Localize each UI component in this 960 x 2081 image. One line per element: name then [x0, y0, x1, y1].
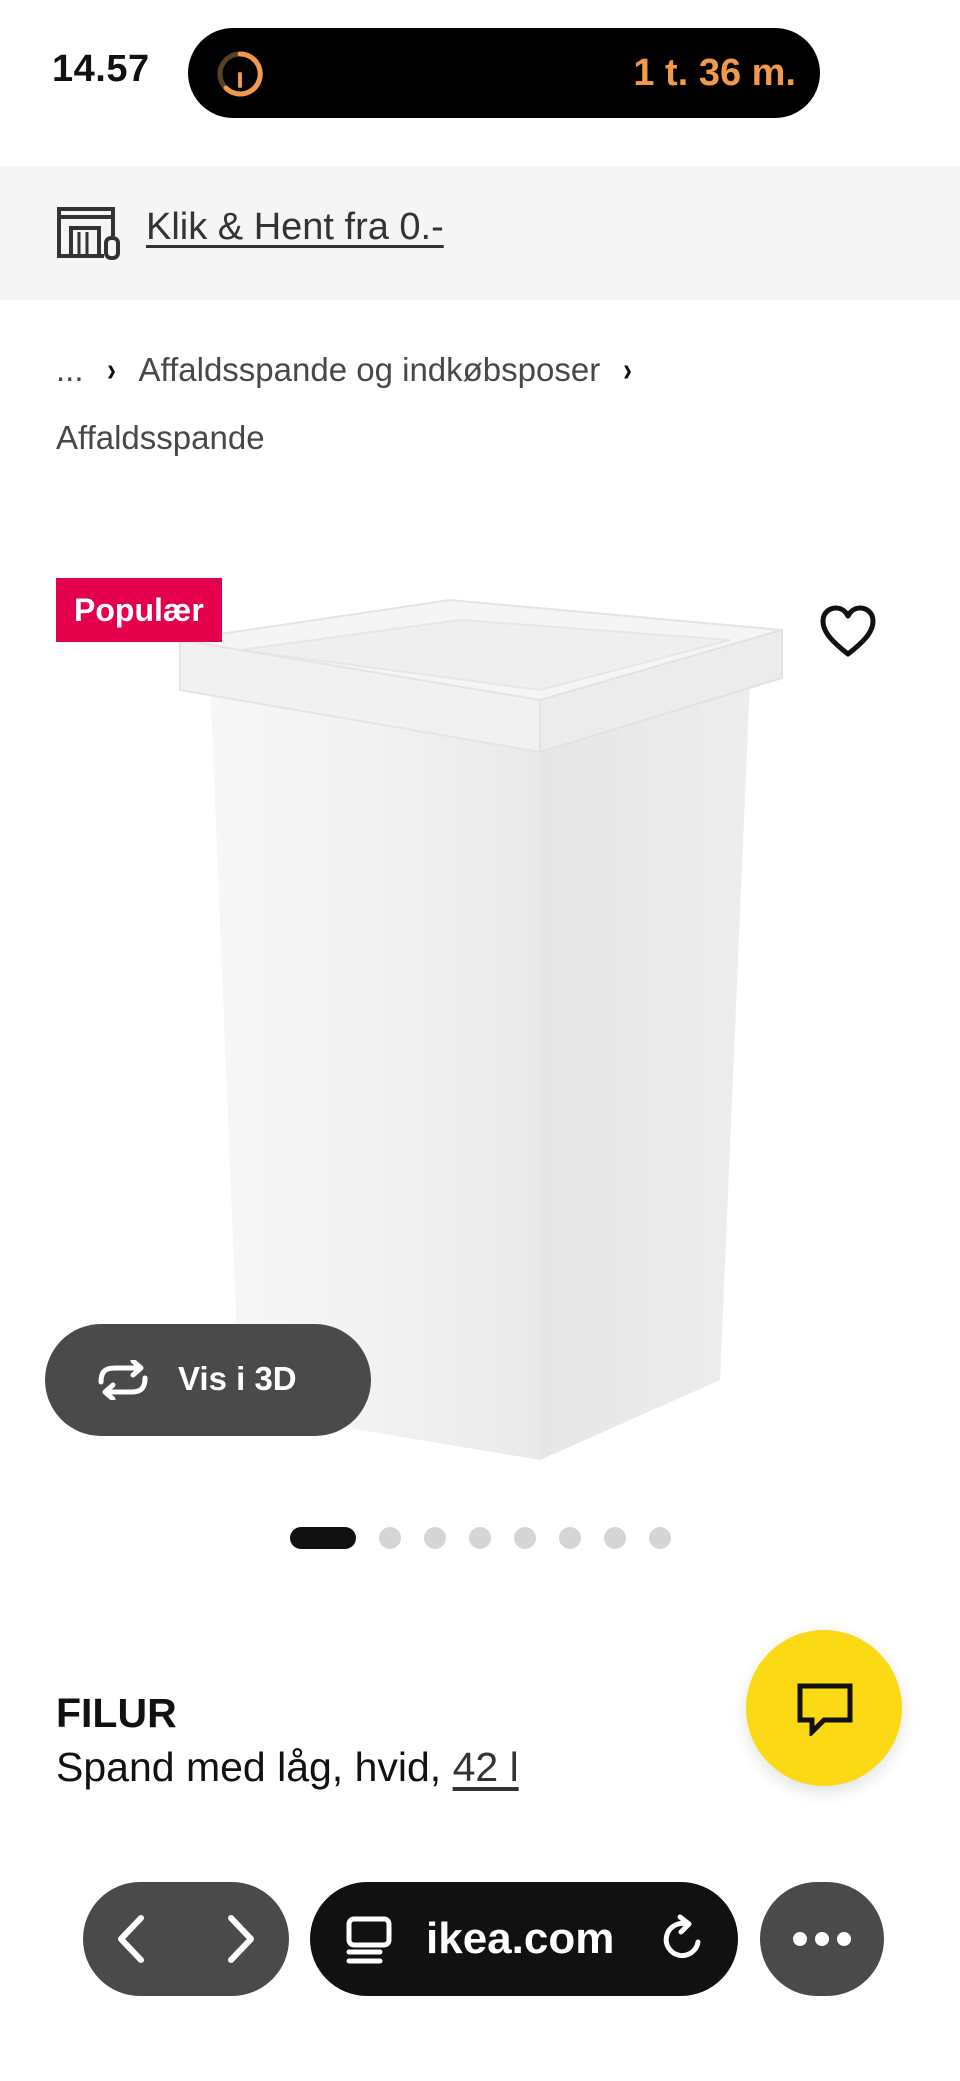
chat-button[interactable] — [746, 1630, 902, 1786]
carousel-dot[interactable] — [514, 1527, 536, 1549]
carousel-dot[interactable] — [649, 1527, 671, 1549]
product-description-text: Spand med låg, hvid, — [56, 1744, 453, 1790]
view-3d-label: Vis i 3D — [178, 1360, 297, 1397]
product-description: Spand med låg, hvid, 42 l — [56, 1744, 519, 1791]
popular-badge: Populær — [56, 578, 222, 642]
chat-bubble-icon — [797, 1683, 853, 1736]
breadcrumb-ellipsis[interactable]: ... — [56, 351, 84, 388]
browser-nav-buttons — [83, 1882, 289, 1996]
image-carousel-dots — [290, 1526, 694, 1550]
carousel-dot[interactable] — [424, 1527, 446, 1549]
breadcrumb-separator-icon: › — [106, 351, 116, 388]
heart-icon[interactable] — [818, 604, 878, 660]
product-name: FILUR — [56, 1690, 177, 1736]
product-size-link[interactable]: 42 l — [453, 1744, 519, 1790]
breadcrumb-item-waste-bins-bags[interactable]: Affaldsspande og indkøbsposer — [139, 351, 601, 388]
dynamic-island-timer[interactable]: 1 t. 36 m. — [188, 28, 820, 118]
rotate-3d-icon — [98, 1360, 148, 1400]
timer-ring-icon — [217, 51, 263, 97]
more-dots-icon — [793, 1932, 851, 1946]
carousel-dot-active[interactable] — [290, 1527, 356, 1549]
carousel-dot[interactable] — [379, 1527, 401, 1549]
store-pickup-icon — [57, 207, 120, 260]
carousel-dot[interactable] — [559, 1527, 581, 1549]
view-3d-button[interactable]: Vis i 3D — [45, 1324, 371, 1436]
more-options-button[interactable] — [760, 1882, 884, 1996]
timer-remaining-text: 1 t. 36 m. — [633, 52, 796, 94]
breadcrumb-separator-icon: › — [623, 351, 633, 388]
breadcrumb-item-waste-bins[interactable]: Affaldsspande — [56, 419, 265, 456]
click-collect-banner: Klik & Hent fra 0.- — [0, 166, 960, 300]
product-page: 14.57 1 t. 36 m. Klik & Hent fra 0.- ...… — [0, 0, 960, 2081]
status-bar: 14.57 1 t. 36 m. — [0, 0, 960, 140]
click-collect-link[interactable]: Klik & Hent fra 0.- — [146, 206, 444, 249]
status-time: 14.57 — [52, 48, 150, 90]
carousel-dot[interactable] — [604, 1527, 626, 1549]
reload-icon[interactable] — [658, 1914, 708, 1964]
chevron-right-icon[interactable] — [213, 1912, 267, 1966]
chevron-left-icon[interactable] — [105, 1912, 159, 1966]
page-menu-icon[interactable] — [346, 1916, 392, 1964]
product-image-gallery[interactable]: Populær Vis i 3D — [0, 470, 960, 1500]
breadcrumb: ... › Affaldsspande og indkøbsposer › Affald… — [56, 336, 916, 472]
product-image — [179, 598, 783, 1460]
url-text[interactable]: ikea.com — [426, 1914, 614, 1964]
carousel-dot[interactable] — [469, 1527, 491, 1549]
address-bar[interactable]: ikea.com — [310, 1882, 738, 1996]
